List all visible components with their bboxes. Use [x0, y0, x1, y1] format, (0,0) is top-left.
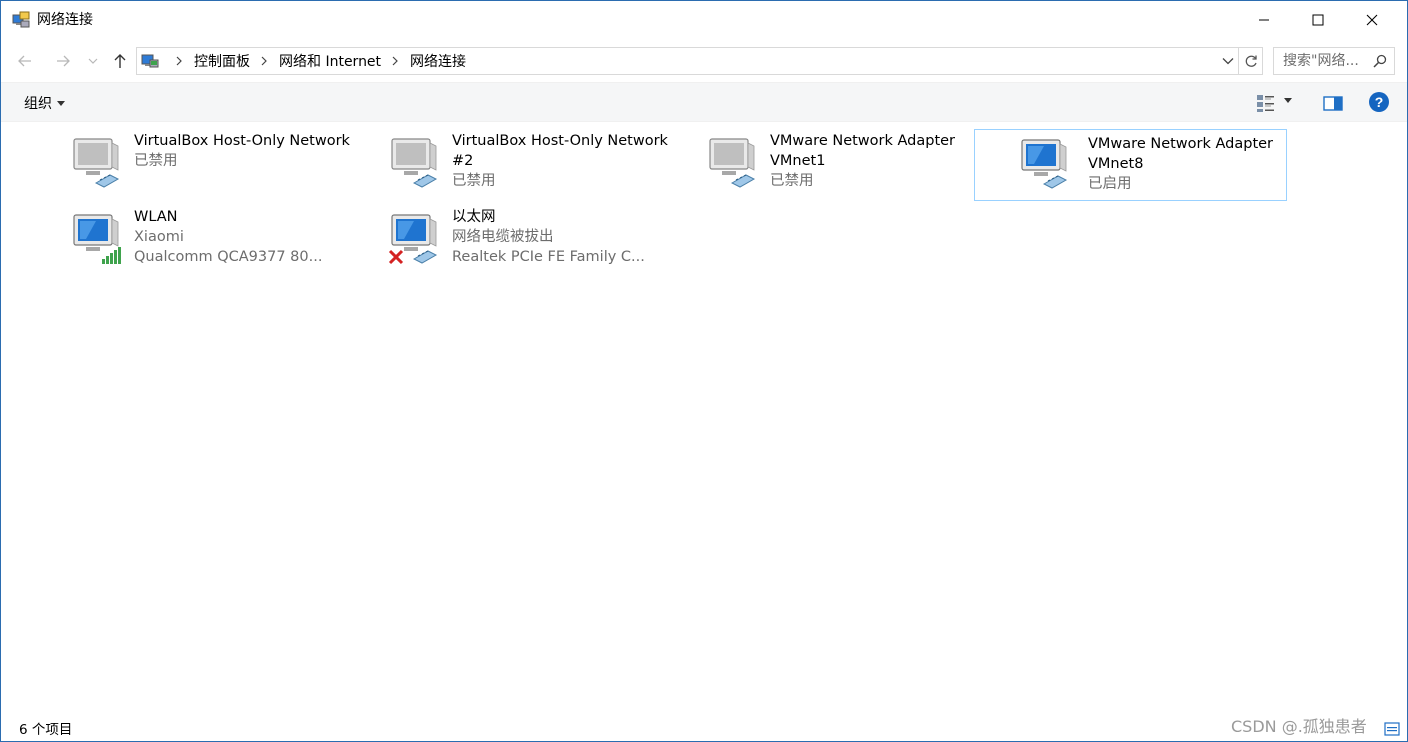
connection-name: VirtualBox Host-Only Network: [134, 133, 350, 149]
connection-name: WLAN: [134, 209, 178, 225]
refresh-icon: [1245, 55, 1257, 67]
item-count: 6 个项目: [19, 722, 73, 738]
item-text: 以太网 网络电缆被拔出 Realtek PCIe FE Family C...: [452, 207, 688, 267]
preview-pane-icon[interactable]: [1322, 92, 1344, 114]
connection-name: 以太网: [452, 209, 496, 225]
list-item[interactable]: VirtualBox Host-Only Network 已禁用: [62, 129, 374, 199]
ethernet-adapter-icon: [388, 214, 438, 265]
network-adapter-icon: [709, 138, 756, 188]
network-adapter-icon: [73, 138, 120, 188]
connection-device: Qualcomm QCA9377 80...: [134, 249, 323, 265]
arrow-left-icon: [18, 55, 31, 67]
chevron-right-icon[interactable]: [391, 56, 399, 66]
item-text: VMware Network Adapter VMnet8 已启用: [1088, 134, 1324, 194]
chevron-down-icon: [88, 58, 98, 64]
forward-button[interactable]: [51, 49, 75, 73]
breadcrumb-control-panel[interactable]: 控制面板: [194, 51, 250, 71]
connection-device: Realtek PCIe FE Family C...: [452, 249, 645, 265]
connection-name: VMware Network Adapter VMnet1: [770, 133, 956, 169]
connection-status: Xiaomi: [134, 229, 184, 245]
minimize-button[interactable]: [1241, 1, 1287, 39]
connection-status: 已禁用: [452, 173, 496, 189]
network-connections-icon: [12, 11, 30, 28]
caret-down-icon[interactable]: [1284, 98, 1292, 103]
title-bar: 网络连接: [1, 1, 1407, 39]
explorer-window: 网络连接 控制面板 网络和 Internet 网络连接 搜索"网络... 组织 …: [0, 0, 1408, 742]
breadcrumb-network-internet[interactable]: 网络和 Internet: [279, 51, 381, 71]
window-title: 网络连接: [37, 12, 93, 28]
file-list: VirtualBox Host-Only Network 已禁用 Virtual…: [1, 123, 1407, 703]
minimize-icon: [1259, 19, 1269, 21]
organize-button[interactable]: 组织: [24, 93, 65, 113]
control-panel-icon: [141, 54, 159, 68]
refresh-button[interactable]: [1239, 47, 1263, 75]
list-item[interactable]: VMware Network Adapter VMnet1 已禁用: [698, 129, 1010, 199]
caret-down-icon: [57, 100, 65, 106]
details-view-icon[interactable]: [1384, 722, 1400, 736]
svg-text:?: ?: [1375, 94, 1384, 110]
item-text: VMware Network Adapter VMnet1 已禁用: [770, 131, 1006, 191]
organize-label: 组织: [24, 96, 52, 112]
chevron-down-icon: [1222, 58, 1234, 65]
list-item[interactable]: 以太网 网络电缆被拔出 Realtek PCIe FE Family C...: [380, 205, 692, 275]
item-text: WLAN Xiaomi Qualcomm QCA9377 80...: [134, 207, 370, 267]
network-adapter-icon: [1021, 139, 1068, 189]
connection-status: 已启用: [1088, 176, 1132, 192]
item-text: VirtualBox Host-Only Network 已禁用: [134, 131, 370, 171]
arrow-up-icon: [114, 54, 126, 68]
back-button[interactable]: [13, 49, 37, 73]
search-input[interactable]: [1274, 48, 1374, 74]
command-bar: 组织 ?: [1, 82, 1407, 122]
maximize-button[interactable]: [1295, 1, 1341, 39]
connection-status: 已禁用: [134, 153, 178, 169]
address-history-button[interactable]: [1220, 53, 1236, 69]
breadcrumb-network-connections[interactable]: 网络连接: [410, 51, 466, 71]
connection-name: VirtualBox Host-Only Network #2: [452, 133, 668, 169]
close-button[interactable]: [1349, 1, 1395, 39]
recent-locations-button[interactable]: [85, 49, 101, 73]
search-icon: [1373, 54, 1387, 68]
chevron-right-icon[interactable]: [260, 56, 268, 66]
change-view-icon[interactable]: [1255, 92, 1277, 114]
connection-name: VMware Network Adapter VMnet8: [1088, 136, 1274, 172]
breadcrumb: 控制面板 网络和 Internet 网络连接: [165, 48, 466, 74]
watermark: CSDN @.孤独患者: [1231, 717, 1367, 736]
list-item[interactable]: VirtualBox Host-Only Network #2 已禁用: [380, 129, 692, 199]
help-icon[interactable]: ?: [1368, 91, 1390, 113]
item-text: VirtualBox Host-Only Network #2 已禁用: [452, 131, 688, 191]
navigation-bar: 控制面板 网络和 Internet 网络连接: [1, 39, 1407, 81]
list-item-selected[interactable]: VMware Network Adapter VMnet8 已启用: [974, 129, 1287, 201]
connection-status: 网络电缆被拔出: [452, 229, 554, 245]
address-bar[interactable]: 控制面板 网络和 Internet 网络连接: [136, 47, 1239, 75]
close-icon: [1366, 14, 1378, 26]
chevron-right-icon[interactable]: [175, 56, 183, 66]
up-button[interactable]: [108, 49, 132, 73]
wlan-adapter-icon: [73, 214, 121, 264]
maximize-icon: [1312, 14, 1324, 26]
network-adapter-icon: [391, 138, 438, 188]
list-item[interactable]: WLAN Xiaomi Qualcomm QCA9377 80...: [62, 205, 374, 275]
connection-status: 已禁用: [770, 173, 814, 189]
arrow-right-icon: [57, 55, 70, 67]
search-box[interactable]: [1273, 47, 1395, 75]
